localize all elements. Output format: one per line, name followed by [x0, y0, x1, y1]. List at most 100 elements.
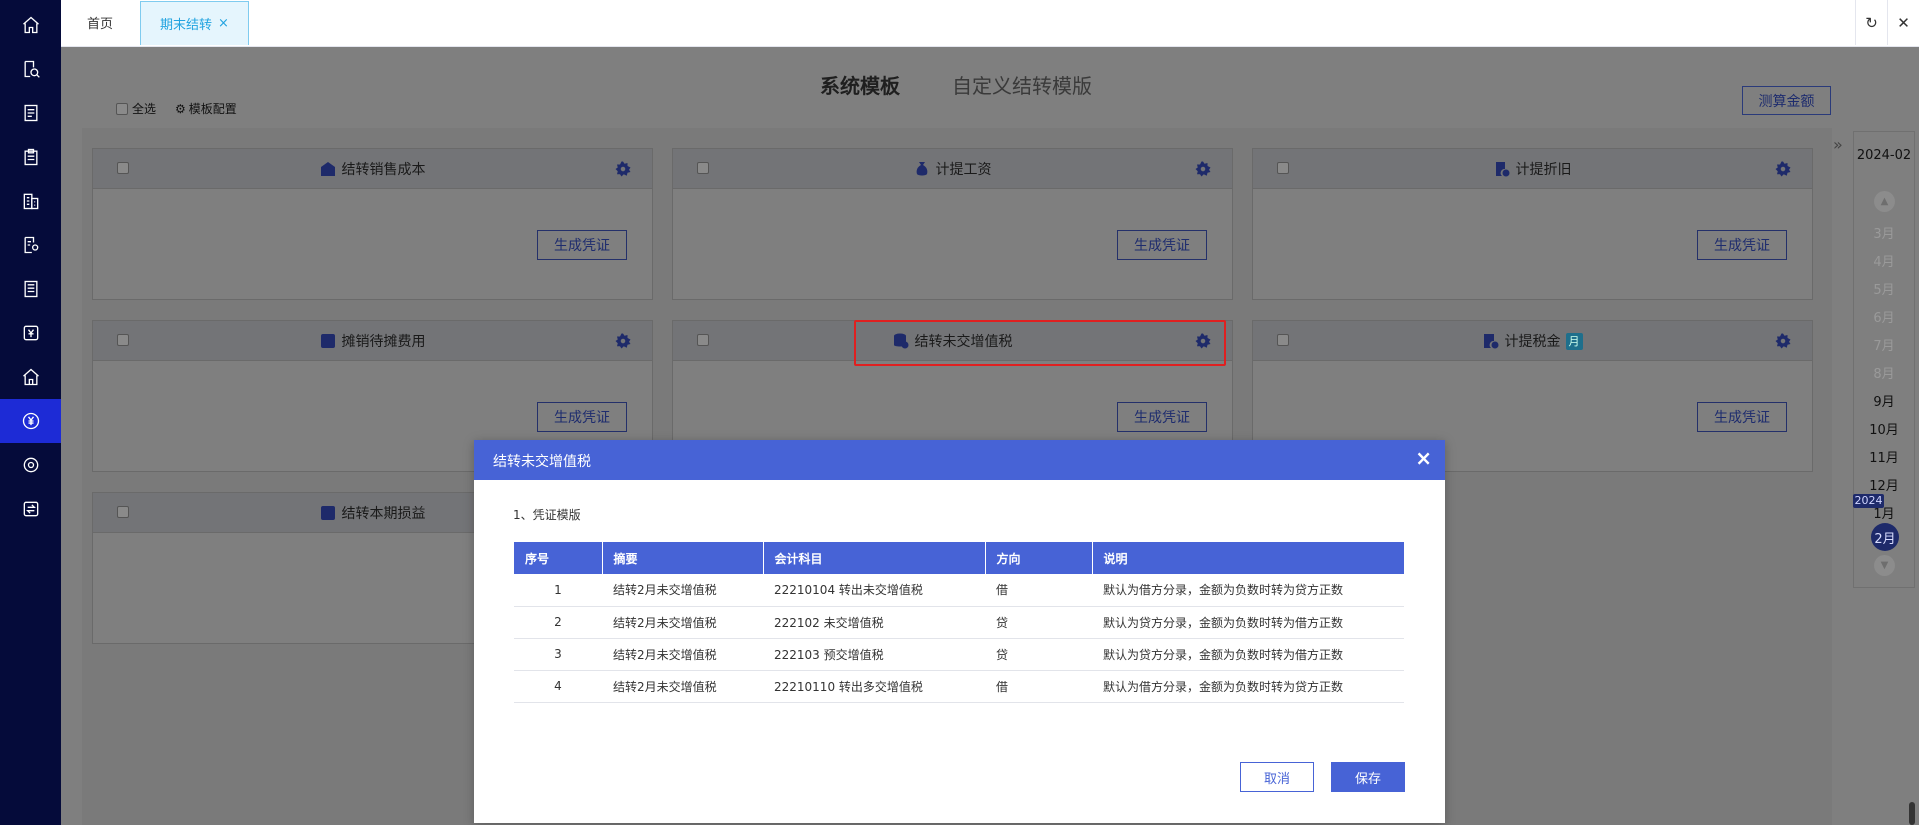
generate-voucher-button[interactable]: 生成凭证	[1697, 402, 1787, 432]
month-down-chevron-icon[interactable]: ▼	[1874, 555, 1895, 576]
month-item[interactable]: 6月	[1854, 307, 1914, 326]
generate-voucher-button[interactable]: 生成凭证	[537, 402, 627, 432]
card-title: 结转销售成本	[93, 149, 652, 189]
month-item[interactable]: 7月	[1854, 335, 1914, 354]
search-document-icon[interactable]	[0, 47, 61, 91]
save-button[interactable]: 保存	[1331, 762, 1405, 792]
cell-no: 2	[514, 606, 602, 639]
select-all-checkbox[interactable]: 全选	[116, 100, 156, 117]
monthly-badge: 月	[1565, 332, 1583, 350]
current-period-label: 2024-02	[1856, 148, 1912, 163]
month-item[interactable]: 5月	[1854, 279, 1914, 298]
column-header-no: 序号	[514, 542, 603, 574]
cell-account: 222102 未交增值税	[763, 606, 985, 639]
highlight-box	[854, 320, 1226, 366]
column-header-direction: 方向	[985, 542, 1093, 574]
cell-summary: 结转2月未交增值税	[602, 574, 763, 607]
generate-voucher-button[interactable]: 生成凭证	[1117, 402, 1207, 432]
month-item[interactable]: 3月	[1854, 223, 1914, 242]
close-window-icon[interactable]: ✕	[1887, 0, 1919, 45]
card-title: 摊销待摊费用	[93, 321, 652, 361]
card-settings-gear-icon[interactable]	[1774, 332, 1792, 350]
card-title: 计提工资	[673, 149, 1232, 189]
tab-period-end-transfer[interactable]: 期末结转 ×	[140, 1, 249, 45]
card-settings-gear-icon[interactable]	[614, 332, 632, 350]
document-clock-icon	[1494, 161, 1510, 177]
card-header: 结转销售成本	[93, 149, 652, 189]
card-header: 计提工资	[673, 149, 1232, 189]
cell-no: 3	[514, 638, 602, 671]
cell-direction: 贷	[985, 638, 1092, 671]
refresh-icon[interactable]: ↻	[1855, 0, 1887, 45]
person-coins-icon	[320, 333, 336, 349]
tab-close-icon[interactable]: ×	[218, 16, 229, 31]
left-sidebar	[0, 0, 61, 825]
card-title: 计提税金 月	[1253, 321, 1812, 361]
expand-double-chevron-icon[interactable]: »	[1833, 135, 1853, 155]
generate-voucher-button[interactable]: 生成凭证	[537, 230, 627, 260]
tab-home[interactable]: 首页	[87, 0, 113, 45]
tab-active-label: 期末结转	[160, 18, 213, 33]
card-title-text: 结转本期损益	[341, 506, 426, 522]
tab-custom-template[interactable]: 自定义结转模版	[952, 70, 1092, 99]
generate-voucher-button[interactable]: 生成凭证	[1697, 230, 1787, 260]
tab-home-label: 首页	[87, 17, 114, 32]
month-item[interactable]: 12月	[1854, 475, 1914, 494]
document-settings-icon[interactable]	[0, 223, 61, 267]
scrollbar-thumb[interactable]	[1909, 802, 1915, 825]
transfer-icon[interactable]	[0, 487, 61, 531]
clipboard-icon[interactable]	[0, 135, 61, 179]
card-title-text: 计提工资	[935, 162, 992, 178]
cell-note: 默认为借方分录，金额为负数时转为贷方正数	[1092, 670, 1404, 703]
card-settings-gear-icon[interactable]	[614, 160, 632, 178]
card-title-text: 计提折旧	[1515, 162, 1572, 178]
home-icon[interactable]	[0, 3, 61, 47]
calculate-amount-button[interactable]: 测算金额	[1742, 86, 1831, 115]
cancel-button[interactable]: 取消	[1240, 762, 1314, 792]
cell-note: 默认为借方分录，金额为负数时转为贷方正数	[1092, 574, 1404, 607]
house-icon[interactable]	[0, 355, 61, 399]
yen-circle-icon[interactable]	[0, 399, 61, 443]
cell-note: 默认为贷方分录，金额为负数时转为借方正数	[1092, 638, 1404, 671]
select-all-label: 全选	[132, 102, 157, 116]
card-settings-gear-icon[interactable]	[1774, 160, 1792, 178]
report-icon[interactable]	[0, 267, 61, 311]
cell-summary: 结转2月未交增值税	[602, 638, 763, 671]
cell-summary: 结转2月未交增值税	[602, 606, 763, 639]
month-up-chevron-icon[interactable]: ▲	[1874, 191, 1895, 212]
voucher-template-table: 序号 摘要 会计科目 方向 说明 1 结转2月未交增值税 22210104 转出…	[514, 542, 1404, 703]
generate-voucher-button[interactable]: 生成凭证	[1117, 230, 1207, 260]
yen-ledger-icon[interactable]	[0, 311, 61, 355]
selected-month[interactable]: 2月	[1871, 523, 1899, 551]
dialog-close-icon[interactable]: ×	[1415, 448, 1432, 468]
cell-summary: 结转2月未交增值税	[602, 670, 763, 703]
document-list-icon[interactable]	[0, 91, 61, 135]
card-settings-gear-icon[interactable]	[1194, 160, 1212, 178]
month-item[interactable]: 10月	[1854, 419, 1914, 438]
card-title-text: 摊销待摊费用	[341, 334, 426, 350]
building-icon[interactable]	[0, 179, 61, 223]
card-header: 摊销待摊费用	[93, 321, 652, 361]
month-item[interactable]: 8月	[1854, 363, 1914, 382]
month-item[interactable]: 4月	[1854, 251, 1914, 270]
vat-transfer-dialog: 结转未交增值税 × 1、凭证模版 序号 摘要 会计科目 方向 说明 1 结转2月…	[474, 440, 1445, 823]
month-selector: 2024-02 ▲ 3月 4月 5月 6月 7月 8月 9月 10月 11月 1…	[1853, 131, 1915, 588]
gear-icon[interactable]	[0, 443, 61, 487]
checkbox[interactable]	[116, 102, 128, 115]
chart-doc-icon	[320, 505, 336, 521]
template-config-link[interactable]: ⚙ 模板配置	[175, 100, 237, 117]
house-shield-icon	[320, 161, 336, 177]
money-bag-icon	[914, 161, 930, 177]
card-accrue-depreciation: 计提折旧 生成凭证	[1252, 148, 1813, 300]
cell-no: 4	[514, 670, 602, 703]
month-item[interactable]: 9月	[1854, 391, 1914, 410]
section-title: 1、凭证模版	[513, 508, 581, 522]
month-item[interactable]: 11月	[1854, 447, 1914, 466]
tax-doc-icon	[1483, 333, 1499, 349]
tab-bar: 首页 期末结转 × ↻ ✕	[61, 0, 1919, 47]
tab-system-template[interactable]: 系统模板	[820, 70, 900, 99]
dialog-title: 结转未交增值税	[493, 454, 591, 470]
cell-note: 默认为贷方分录，金额为负数时转为借方正数	[1092, 606, 1404, 639]
table-row: 1 结转2月未交增值税 22210104 转出未交增值税 借 默认为借方分录，金…	[514, 574, 1404, 607]
year-badge: 2024	[1853, 494, 1884, 508]
